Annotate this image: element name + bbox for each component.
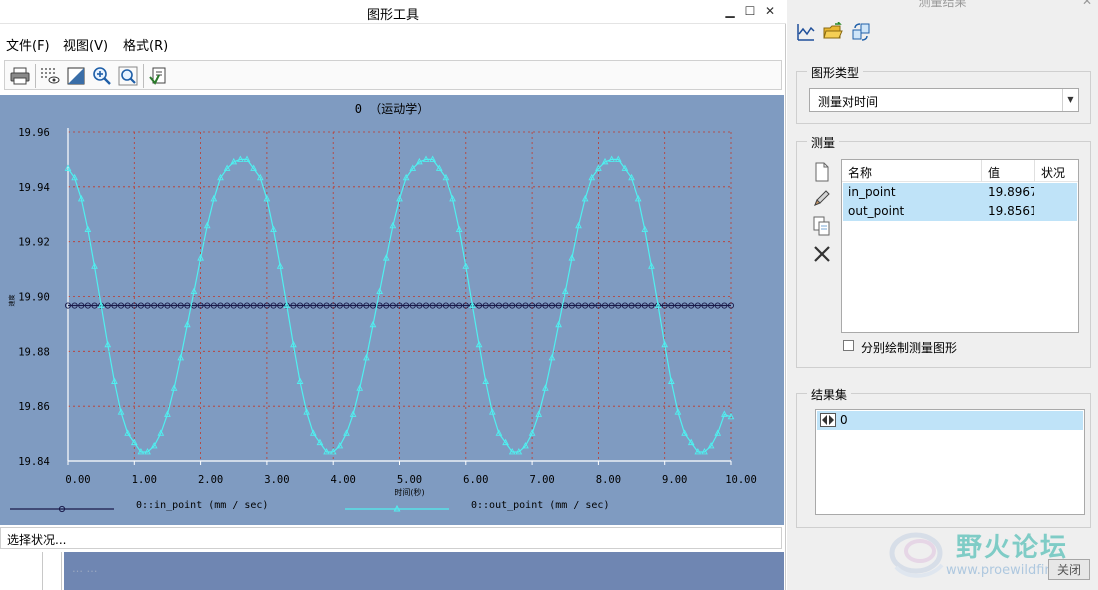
result-set-icon (820, 413, 836, 427)
panel-title: 测量结果 (918, 0, 967, 9)
x-tick-label: 9.00 (662, 474, 687, 486)
swap-icon[interactable] (851, 22, 871, 42)
x-axis-label: 时间(秒) (394, 487, 424, 497)
table-row[interactable]: out_point 19.8561 (843, 202, 1077, 221)
result-set-group: 结果集 0 (796, 386, 1091, 528)
menu-file[interactable]: 文件(F) (6, 35, 50, 54)
panel-close-icon[interactable]: ✕ (1082, 0, 1092, 8)
measure-value: 19.8561 (988, 204, 1034, 218)
y-tick-label: 19.90 (18, 292, 50, 304)
measure-results-panel: 测量结果 ✕ 图形类型 测量对时间 ▼ 测量 名称 值 状况 in_point … (787, 0, 1098, 590)
separate-plot-label: 分别绘制测量图形 (861, 341, 958, 355)
screen-root: 图形工具 ▁ ☐ ✕ 文件(F) 视图(V) 格式(R) 0 （运动学） 19.… (0, 0, 1098, 590)
chart-series (64, 155, 735, 455)
window-titlebar: 图形工具 ▁ ☐ ✕ (0, 0, 786, 24)
chevron-down-icon[interactable]: ▼ (1062, 89, 1078, 111)
measures-table[interactable]: 名称 值 状况 in_point 19.8967 out_point 19.85… (841, 159, 1079, 333)
graph-tool-window: 图形工具 ▁ ☐ ✕ 文件(F) 视图(V) 格式(R) 0 （运动学） 19.… (0, 0, 786, 590)
measures-label: 测量 (807, 134, 840, 151)
copy-icon[interactable] (812, 216, 832, 236)
separate-plot-checkbox[interactable] (843, 340, 854, 351)
menu-bar: 文件(F) 视图(V) 格式(R) (0, 32, 786, 54)
y-tick-label: 19.84 (18, 456, 50, 468)
close-window-button[interactable]: ✕ (761, 2, 779, 20)
new-document-icon[interactable] (812, 162, 832, 182)
open-folder-icon[interactable] (823, 21, 843, 42)
graph-type-dropdown[interactable]: 测量对时间 ▼ (809, 88, 1079, 112)
y-tick-label: 19.88 (18, 346, 50, 358)
delete-x-icon[interactable] (812, 244, 832, 264)
chart-axes: 19.84 19.86 19.88 19.90 19.92 19.94 19.96 0.00 1… (8, 127, 757, 497)
result-set-list[interactable]: 0 (815, 409, 1085, 515)
plot-area[interactable]: 0 （运动学） 19.84 19.86 19.88 19.90 19.92 19.94 19… (0, 95, 784, 525)
x-tick-label: 6.00 (463, 474, 488, 486)
menu-format[interactable]: 格式(R) (123, 35, 168, 54)
y-tick-label: 19.94 (18, 182, 50, 194)
list-item[interactable]: 0 (817, 411, 1083, 430)
chart-title: 0 （运动学） (355, 101, 429, 116)
graph-type-group: 图形类型 测量对时间 ▼ (796, 64, 1091, 124)
result-set-item-label: 0 (840, 413, 848, 427)
y-tick-label: 19.96 (18, 127, 50, 139)
menu-view[interactable]: 视图(V) (63, 35, 108, 54)
x-tick-label: 2.00 (198, 474, 223, 486)
toolbar-separator (35, 64, 36, 88)
legend-label-in-point: 0::in_point (mm / sec) (136, 500, 268, 511)
close-button[interactable]: 关闭 (1048, 559, 1090, 580)
background-icon[interactable] (65, 65, 87, 87)
status-bar: 选择状况... (0, 527, 782, 549)
result-set-label: 结果集 (807, 386, 852, 403)
column-header-value[interactable]: 值 (982, 160, 1035, 182)
x-tick-label: 0.00 (65, 474, 90, 486)
status-text: 选择状况... (7, 533, 67, 547)
graph-toolbar (4, 60, 782, 90)
graph-icon[interactable] (796, 22, 816, 42)
x-tick-label: 8.00 (596, 474, 621, 486)
chart-legend: 0::in_point (mm / sec) 0::out_point (mm /… (10, 500, 609, 513)
maximize-button[interactable]: ☐ (741, 2, 759, 20)
zoom-fit-icon[interactable] (117, 65, 139, 87)
legend-label-out-point: 0::out_point (mm / sec) (471, 500, 609, 511)
toolbar-separator (143, 64, 144, 88)
y-axis-label: 速度 (8, 294, 16, 306)
table-row[interactable]: in_point 19.8967 (843, 183, 1077, 202)
x-tick-label: 10.00 (725, 474, 757, 486)
edit-pencil-icon[interactable] (812, 188, 832, 208)
background-window-graphics: … … (64, 552, 784, 590)
column-header-name[interactable]: 名称 (842, 160, 982, 182)
x-tick-label: 4.00 (331, 474, 356, 486)
export-icon[interactable] (147, 65, 169, 87)
minimize-button[interactable]: ▁ (721, 2, 739, 20)
y-tick-label: 19.86 (18, 401, 50, 413)
y-tick-label: 19.92 (18, 237, 50, 249)
zoom-in-icon[interactable] (91, 65, 113, 87)
measure-name: in_point (848, 185, 896, 199)
graph-type-label: 图形类型 (807, 64, 864, 81)
x-tick-label: 5.00 (397, 474, 422, 486)
print-icon[interactable] (9, 65, 31, 87)
measure-name: out_point (848, 204, 905, 218)
measures-group: 测量 名称 值 状况 in_point 19.8967 out_point 19… (796, 134, 1091, 368)
x-tick-label: 1.00 (132, 474, 157, 486)
graph-type-selected: 测量对时间 (818, 95, 879, 109)
grid-toggle-icon[interactable] (39, 65, 61, 87)
background-window-left (0, 552, 62, 590)
x-tick-label: 7.00 (529, 474, 554, 486)
chart-svg: 0 （运动学） 19.8419.8619.8819.9019.9219.9419… (8, 101, 757, 513)
x-tick-label: 3.00 (264, 474, 289, 486)
background-faded-text: … … (72, 562, 98, 575)
window-title: 图形工具 (366, 8, 419, 23)
measure-value: 19.8967 (988, 185, 1034, 199)
column-header-status[interactable]: 状况 (1035, 160, 1078, 182)
